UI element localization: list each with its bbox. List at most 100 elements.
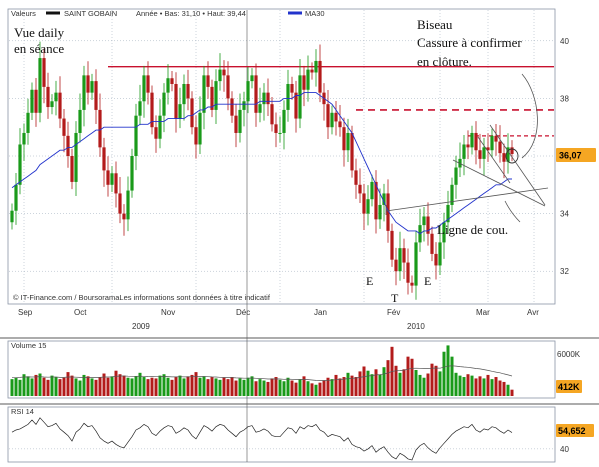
- volume-bar: [210, 377, 214, 396]
- candle-body: [362, 193, 366, 214]
- volume-bar: [50, 375, 54, 396]
- candle-body: [190, 98, 194, 128]
- head-label: T: [391, 291, 399, 305]
- volume-y-tick-label: 6000K: [557, 350, 581, 359]
- legend-valeurs: Valeurs: [11, 9, 36, 18]
- volume-bar: [414, 370, 418, 396]
- candle-body: [162, 92, 166, 116]
- volume-bar: [66, 372, 70, 396]
- volume-bar: [142, 377, 146, 396]
- candle-body: [22, 132, 26, 145]
- candle-body: [274, 124, 278, 133]
- volume-bar: [14, 377, 18, 396]
- volume-bar: [254, 381, 258, 396]
- candle-body: [186, 84, 190, 99]
- volume-bar: [146, 379, 150, 396]
- volume-bar: [30, 378, 34, 396]
- volume-bar: [222, 377, 226, 396]
- candle-body: [258, 104, 262, 113]
- price-badge: 36,07: [556, 148, 596, 162]
- candle-body: [254, 75, 258, 113]
- candle-body: [314, 60, 318, 73]
- candle-body: [194, 127, 198, 145]
- candle-body: [394, 259, 398, 272]
- volume-bar: [366, 370, 370, 396]
- volume-bar: [486, 374, 490, 396]
- volume-bar: [42, 377, 46, 396]
- candle-body: [370, 181, 374, 200]
- candle-body: [142, 75, 146, 102]
- volume-bar: [54, 377, 58, 396]
- volume-bar: [358, 371, 362, 396]
- x-tick-label: Sep: [18, 308, 33, 317]
- candle-body: [398, 248, 402, 272]
- y-tick-label: 38: [560, 94, 569, 103]
- volume-bar: [410, 358, 414, 396]
- volume-bar: [114, 370, 118, 396]
- candle-body: [286, 84, 290, 110]
- volume-bar: [62, 377, 66, 396]
- candle-body: [114, 173, 118, 194]
- candle-body: [490, 135, 494, 151]
- legend-ma-label: MA30: [305, 9, 325, 18]
- candle-body: [206, 75, 210, 87]
- volume-bar: [482, 378, 486, 396]
- volume-bar: [314, 384, 318, 396]
- candle-body: [410, 282, 414, 286]
- volume-bar: [294, 382, 298, 396]
- volume-bar: [150, 377, 154, 396]
- candle-body: [198, 112, 202, 145]
- candle-body: [422, 216, 426, 226]
- title-annotation-line2: en séance: [14, 41, 64, 56]
- candle-body: [430, 233, 434, 254]
- volume-bar: [238, 378, 242, 396]
- shoulder-right-label: E: [424, 274, 431, 288]
- candle-body: [334, 112, 338, 122]
- candle-body: [38, 58, 42, 113]
- candle-body: [342, 127, 346, 151]
- candle-body: [378, 204, 382, 220]
- volume-bar: [118, 374, 122, 396]
- volume-bar: [466, 374, 470, 396]
- x-tick-label: Nov: [161, 308, 175, 317]
- volume-bar: [458, 375, 462, 396]
- candle-body: [130, 156, 134, 191]
- cassure-annotation-line2: en clôture.: [417, 54, 472, 69]
- candle-body: [482, 147, 486, 159]
- candle-body: [122, 213, 126, 220]
- volume-bar: [510, 389, 514, 396]
- shoulder-left-label: E: [366, 274, 373, 288]
- candle-body: [238, 109, 242, 133]
- legend-series-swatch: [46, 11, 60, 15]
- candle-body: [462, 144, 466, 159]
- x-tick-label: Déc: [236, 308, 250, 317]
- candle-body: [154, 127, 158, 139]
- candle-body: [278, 132, 282, 134]
- volume-bar: [250, 376, 254, 396]
- volume-bar: [86, 376, 90, 396]
- candle-body: [242, 101, 246, 110]
- candle-body: [438, 242, 442, 266]
- year-label: 2009: [132, 322, 150, 331]
- candle-body: [138, 101, 142, 116]
- candle-body: [474, 132, 478, 151]
- candle-body: [390, 230, 394, 260]
- volume-bar: [266, 381, 270, 396]
- candle-body: [234, 115, 238, 133]
- volume-bar: [490, 379, 494, 396]
- candle-body: [74, 132, 78, 182]
- candle-body: [82, 75, 86, 110]
- volume-bar: [426, 373, 430, 396]
- x-tick-label: Fév: [387, 308, 400, 317]
- volume-bar: [286, 377, 290, 396]
- candle-body: [46, 86, 50, 108]
- candle-body: [222, 69, 226, 76]
- rsi-badge: 54,652: [556, 424, 594, 437]
- candle-body: [498, 141, 502, 154]
- volume-bar: [126, 377, 130, 396]
- candle-body: [290, 84, 294, 93]
- rsi-panel-title: RSI 14: [11, 407, 34, 416]
- volume-bar: [158, 375, 162, 396]
- candle-body: [106, 170, 110, 185]
- volume-bar: [174, 377, 178, 396]
